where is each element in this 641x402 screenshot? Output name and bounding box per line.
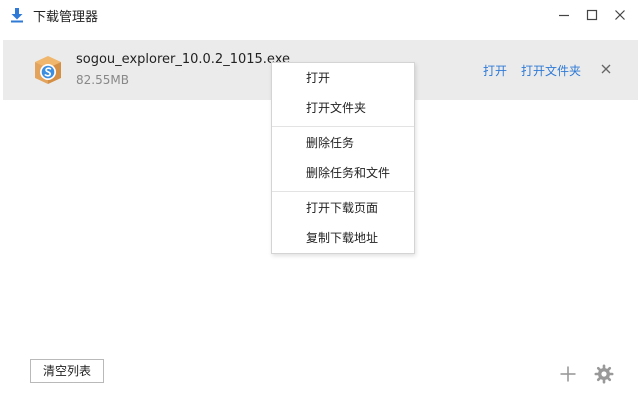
settings-icon[interactable] [594, 364, 614, 384]
context-menu: 打开 打开文件夹 删除任务 删除任务和文件 打开下载页面 复制下载地址 [271, 62, 415, 254]
minimize-icon[interactable] [553, 4, 575, 26]
menu-separator [272, 191, 414, 192]
file-size: 82.55MB [76, 73, 129, 87]
menu-item-open[interactable]: 打开 [272, 65, 414, 91]
window-title: 下载管理器 [33, 10, 99, 25]
menu-item-copy-download-url[interactable]: 复制下载地址 [272, 225, 414, 251]
menu-item-delete-task-and-file[interactable]: 删除任务和文件 [272, 160, 414, 186]
menu-item-open-download-page[interactable]: 打开下载页面 [272, 195, 414, 221]
clear-list-button[interactable]: 清空列表 [30, 359, 104, 383]
close-icon[interactable] [609, 4, 631, 26]
add-icon[interactable] [558, 364, 578, 384]
open-link[interactable]: 打开 [483, 62, 507, 79]
open-folder-link[interactable]: 打开文件夹 [521, 62, 581, 79]
package-icon [35, 56, 61, 84]
maximize-icon[interactable] [581, 4, 603, 26]
menu-item-open-folder[interactable]: 打开文件夹 [272, 95, 414, 121]
remove-item-icon[interactable] [599, 62, 613, 76]
download-icon [11, 8, 23, 23]
menu-item-delete-task[interactable]: 删除任务 [272, 130, 414, 156]
title-bar: 下载管理器 [0, 0, 641, 30]
file-name: sogou_explorer_10.0.2_1015.exe [76, 52, 290, 67]
menu-separator [272, 126, 414, 127]
